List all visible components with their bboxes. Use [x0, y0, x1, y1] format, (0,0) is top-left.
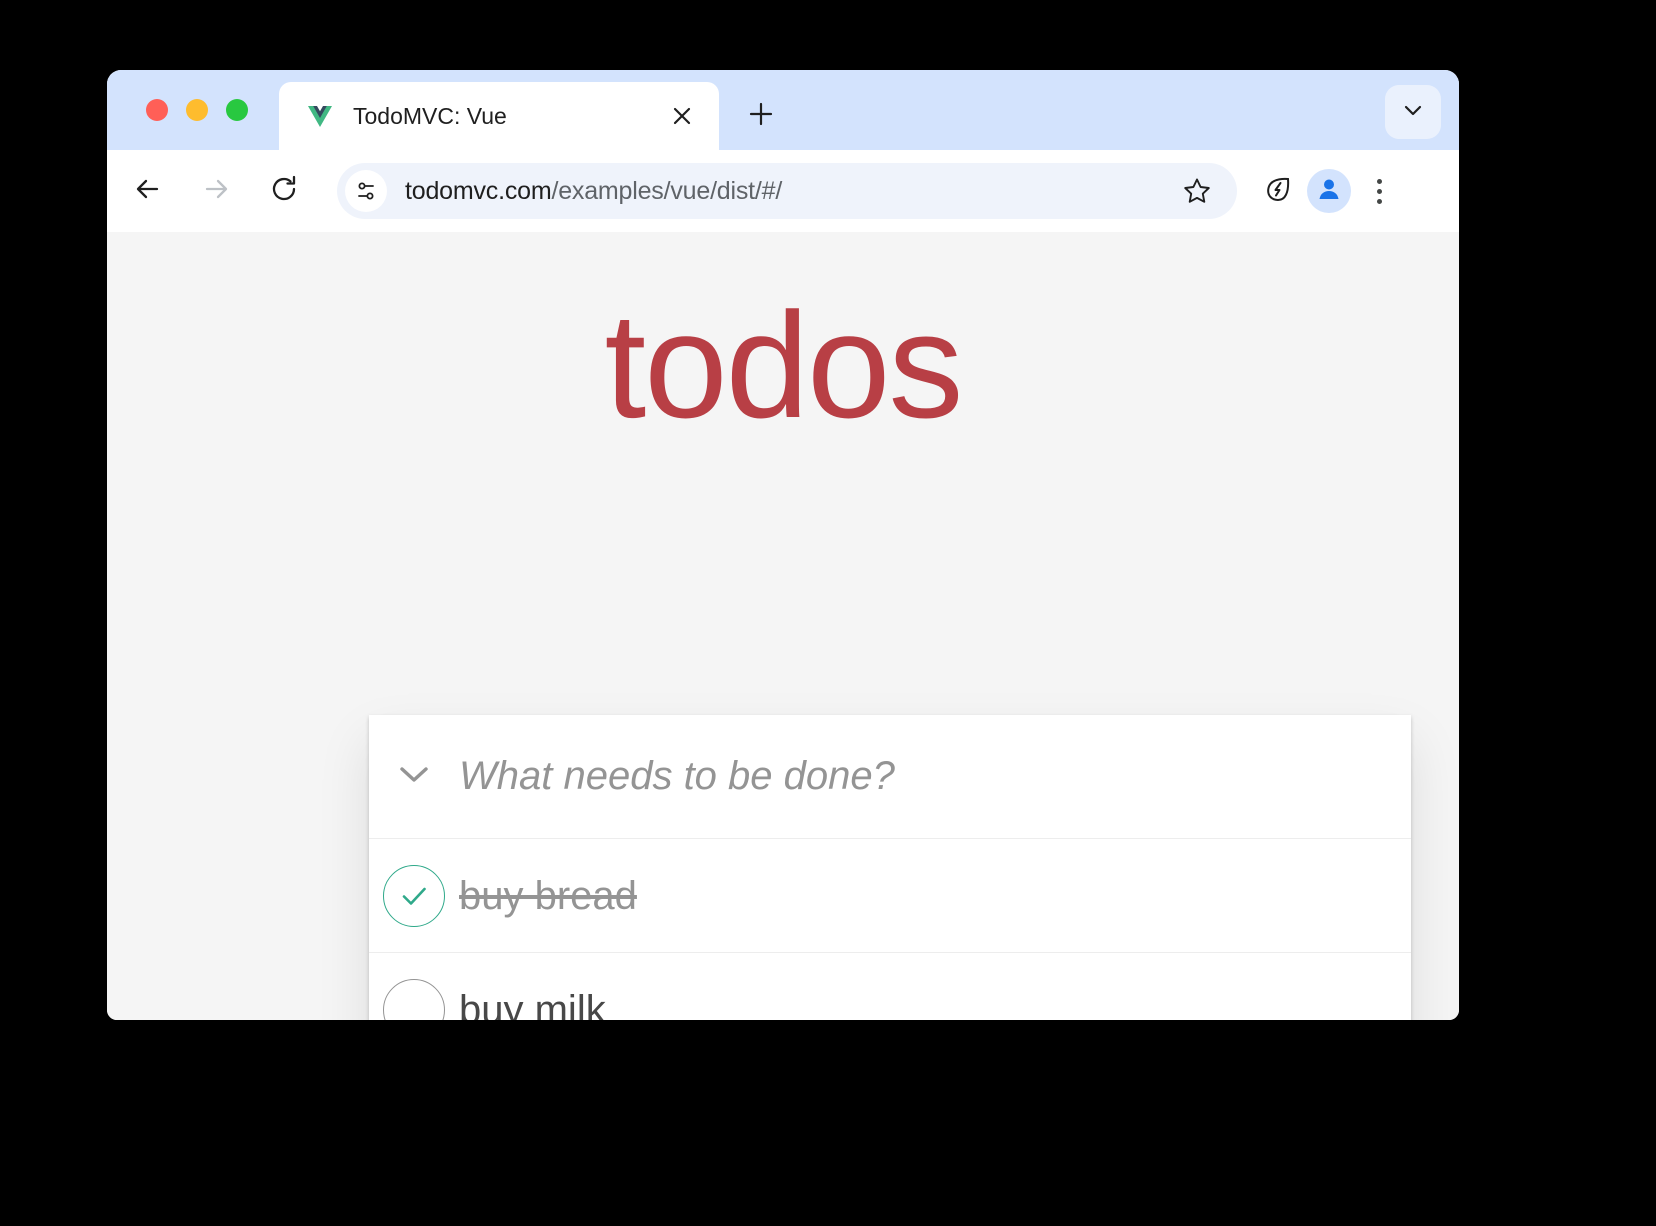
- window-close-button[interactable]: [146, 99, 168, 121]
- tab-strip: TodoMVC: Vue: [107, 70, 1459, 150]
- arrow-right-icon: [199, 172, 233, 211]
- new-todo-input[interactable]: [459, 754, 1411, 799]
- plus-icon: [747, 100, 775, 133]
- address-bar[interactable]: todomvc.com/examples/vue/dist/#/: [337, 163, 1237, 219]
- window-zoom-button[interactable]: [226, 99, 248, 121]
- url-path: /examples/vue/dist/#/: [551, 176, 783, 205]
- url-text: todomvc.com/examples/vue/dist/#/: [405, 177, 1179, 206]
- reload-icon: [268, 173, 300, 210]
- todo-list-item[interactable]: buy milk: [369, 953, 1411, 1020]
- avatar-icon: [1315, 175, 1343, 208]
- chevron-down-icon: [1401, 98, 1425, 127]
- profile-button[interactable]: [1307, 169, 1351, 213]
- page-viewport: todos What needs to be done? buy bread b…: [107, 232, 1459, 1020]
- leaf-icon: [1262, 173, 1294, 210]
- three-dot-menu-icon[interactable]: [1357, 168, 1401, 214]
- reload-button[interactable]: [261, 168, 307, 214]
- url-host: todomvc.com: [405, 176, 552, 205]
- arrow-left-icon: [131, 172, 165, 211]
- check-icon: [383, 864, 445, 927]
- tab-search-button[interactable]: [1385, 85, 1441, 139]
- browser-window: TodoMVC: Vue todomvc.com/examples/vue/di…: [107, 70, 1459, 1020]
- todo-label: buy bread: [459, 873, 637, 918]
- chevron-down-icon: [391, 751, 437, 802]
- browser-tab-active[interactable]: TodoMVC: Vue: [279, 82, 719, 150]
- new-todo-row: [369, 715, 1411, 839]
- todo-list-item[interactable]: buy bread: [369, 839, 1411, 953]
- todo-app-card: buy bread buy milk 1 item left All Activ…: [369, 715, 1411, 1020]
- site-settings-icon[interactable]: [345, 170, 387, 212]
- new-tab-button[interactable]: [741, 96, 781, 136]
- window-traffic-lights: [146, 99, 248, 121]
- empty-circle-icon: [383, 978, 445, 1020]
- todo-label: buy milk: [459, 987, 606, 1021]
- todo-toggle-button[interactable]: [369, 839, 459, 953]
- toggle-all-button[interactable]: [369, 715, 459, 839]
- star-icon[interactable]: [1179, 173, 1215, 209]
- page-title: todos: [604, 281, 964, 449]
- window-minimize-button[interactable]: [186, 99, 208, 121]
- browser-toolbar: todomvc.com/examples/vue/dist/#/: [107, 150, 1459, 232]
- todo-toggle-button[interactable]: [369, 953, 459, 1020]
- back-button[interactable]: [125, 168, 171, 214]
- forward-button[interactable]: [193, 168, 239, 214]
- browser-tab-title: TodoMVC: Vue: [353, 102, 507, 129]
- energy-saver-button[interactable]: [1255, 168, 1301, 214]
- screen: TodoMVC: Vue todomvc.com/examples/vue/di…: [0, 0, 1656, 1226]
- vue-logo-icon: [305, 101, 335, 131]
- close-icon[interactable]: [665, 99, 699, 133]
